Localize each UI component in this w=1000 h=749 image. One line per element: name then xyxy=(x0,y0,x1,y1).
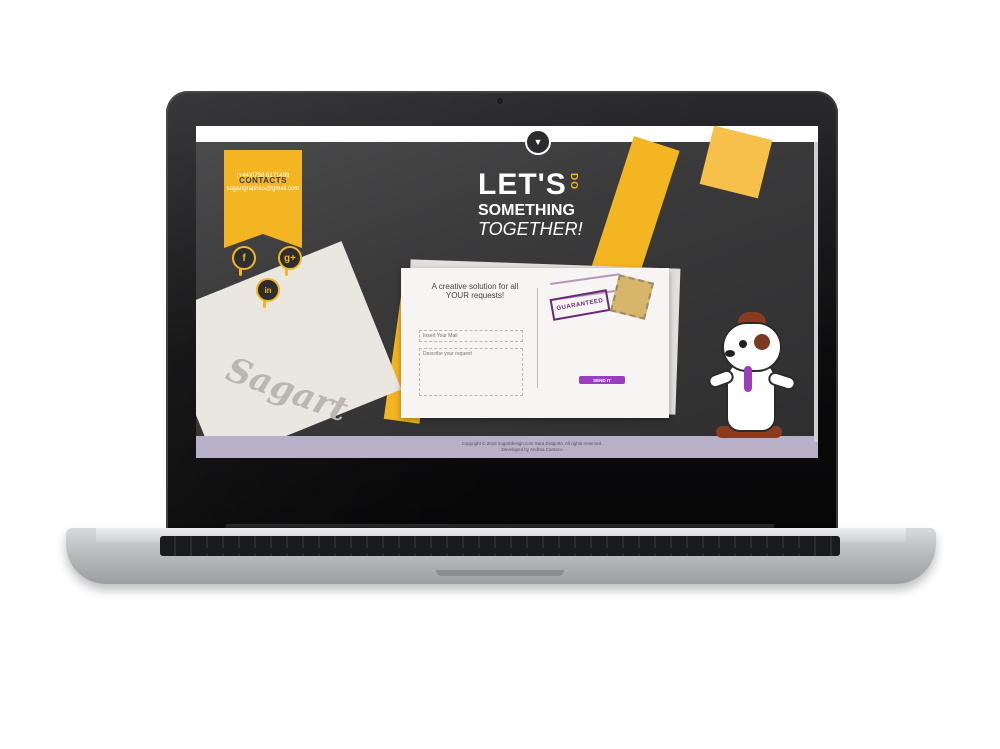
scrollbar[interactable] xyxy=(814,142,818,442)
dog-eye-patch xyxy=(754,334,770,350)
contacts-ribbon: CONTACTS xyxy=(224,150,302,248)
headline-do: DO xyxy=(568,173,579,190)
developer-text: Developed by Andrea Carasco xyxy=(501,447,563,452)
dog-eye xyxy=(739,340,747,348)
contact-email[interactable]: sagartgraphics@gmail.com xyxy=(222,186,304,192)
dog-tongue xyxy=(744,366,752,392)
contact-postcard: A creative solution for all YOUR request… xyxy=(401,268,669,418)
dog-nose xyxy=(725,350,735,357)
trackpad-notch xyxy=(436,570,564,576)
dog-head xyxy=(722,322,782,372)
headline: LET'S DO SOMETHING TOGETHER! xyxy=(478,168,608,240)
form-title: A creative solution for all YOUR request… xyxy=(431,282,519,300)
contact-phone: (+44)0758 6171499 xyxy=(236,173,290,179)
footer-text: Copyright © 2015 sagartdesign.com Sara D… xyxy=(402,441,662,453)
screen: Sagart ▼ CONTACTS (+44)0758 6171499 saga… xyxy=(196,126,818,458)
keyboard-row xyxy=(196,548,806,554)
request-field[interactable] xyxy=(419,348,523,396)
send-button[interactable]: SEND IT xyxy=(579,376,625,384)
postage-stamp xyxy=(609,274,655,320)
facebook-icon[interactable]: f xyxy=(232,246,256,276)
google-plus-icon[interactable]: g+ xyxy=(278,246,302,276)
linkedin-icon[interactable]: in xyxy=(256,278,280,308)
camera-icon xyxy=(496,97,504,105)
headline-together: TOGETHER! xyxy=(478,219,583,239)
headline-something: SOMETHING xyxy=(478,202,575,219)
scroll-down-icon[interactable]: ▼ xyxy=(525,129,551,155)
email-field[interactable] xyxy=(419,330,523,342)
headline-lets: LET'S xyxy=(478,168,567,201)
card-divider xyxy=(537,288,538,388)
